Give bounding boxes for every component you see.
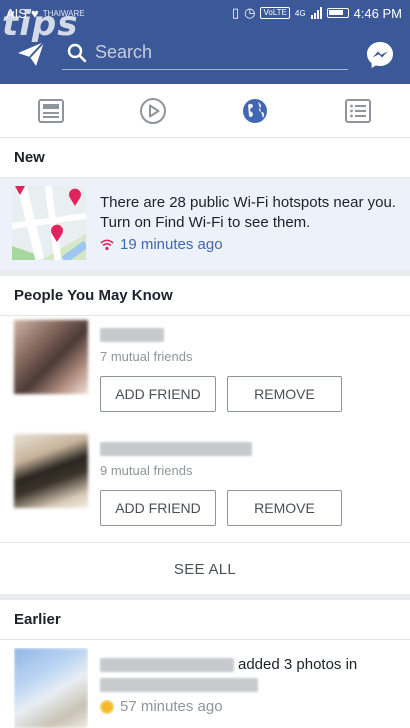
- name-blurred: [100, 657, 234, 672]
- vibrate-icon: ▯: [231, 5, 240, 20]
- wifi-notification-text: There are 28 public Wi-Fi hotspots near …: [100, 194, 396, 231]
- wifi-icon: [100, 239, 114, 250]
- photo-thumbnail[interactable]: [14, 648, 88, 728]
- photo-badge-icon: [100, 699, 114, 714]
- section-title-people: People You May Know: [0, 276, 410, 316]
- tab-video[interactable]: [136, 94, 170, 128]
- tab-bar: [0, 84, 410, 138]
- network-type: 4G: [294, 8, 306, 18]
- group-name-blurred: [100, 678, 258, 697]
- play-video-icon: [140, 98, 166, 124]
- tab-menu[interactable]: [341, 94, 375, 128]
- heart-icon: ♥: [30, 6, 39, 21]
- earlier-notification-text[interactable]: added 3 photos in: [100, 656, 357, 673]
- new-section: New There are 28 public Wi-Fi hotspots n…: [0, 138, 410, 270]
- alarm-icon: ◷: [244, 5, 256, 20]
- messenger-icon[interactable]: [365, 40, 395, 70]
- wifi-notification-time: 19 minutes ago: [120, 236, 223, 253]
- search-bar[interactable]: Search: [62, 36, 348, 70]
- mutual-friends-count: 7 mutual friends: [100, 349, 193, 364]
- person-name-blurred[interactable]: [100, 328, 164, 342]
- person-suggestion: 9 mutual friends ADD FRIEND REMOVE: [0, 434, 410, 548]
- battery-icon: [326, 8, 349, 18]
- tab-news-feed[interactable]: [34, 94, 68, 128]
- section-title-earlier: Earlier: [0, 600, 410, 640]
- clock-time: 4:46 PM: [353, 5, 402, 21]
- globe-icon: [243, 99, 267, 123]
- search-icon: [67, 43, 87, 62]
- send-icon[interactable]: [16, 40, 46, 68]
- top-bar: tips AIS ♥ THAIWARE ▯ ◷ VoLTE 4G 4:46 PM…: [0, 0, 410, 84]
- mutual-friends-count: 9 mutual friends: [100, 463, 193, 478]
- earlier-notification-time: 57 minutes ago: [120, 698, 223, 715]
- add-friend-button[interactable]: ADD FRIEND: [100, 490, 216, 526]
- people-section: People You May Know 7 mutual friends ADD…: [0, 276, 410, 594]
- avatar[interactable]: [14, 320, 88, 394]
- signal-icon: [310, 7, 322, 19]
- menu-list-icon: [345, 99, 371, 123]
- remove-button[interactable]: REMOVE: [227, 490, 342, 526]
- wifi-notification[interactable]: There are 28 public Wi-Fi hotspots near …: [0, 178, 410, 270]
- search-input[interactable]: Search: [95, 42, 152, 63]
- carrier-sub-label: THAIWARE: [42, 9, 85, 18]
- carrier-label: AIS: [6, 6, 27, 21]
- tab-notifications[interactable]: [238, 94, 272, 128]
- earlier-action-text: added 3 photos in: [238, 656, 358, 673]
- earlier-section: Earlier added 3 photos in 57 minutes ago: [0, 600, 410, 728]
- person-suggestion: 7 mutual friends ADD FRIEND REMOVE: [0, 320, 410, 434]
- volte-badge: VoLTE: [260, 7, 290, 19]
- person-name-blurred[interactable]: [100, 442, 252, 456]
- see-all-button[interactable]: SEE ALL: [0, 543, 410, 595]
- map-thumbnail: [12, 186, 86, 260]
- add-friend-button[interactable]: ADD FRIEND: [100, 376, 216, 412]
- section-title-new: New: [0, 138, 410, 178]
- status-bar: AIS ♥ THAIWARE ▯ ◷ VoLTE 4G 4:46 PM: [0, 0, 410, 28]
- remove-button[interactable]: REMOVE: [227, 376, 342, 412]
- news-feed-icon: [38, 99, 64, 123]
- avatar[interactable]: [14, 434, 88, 508]
